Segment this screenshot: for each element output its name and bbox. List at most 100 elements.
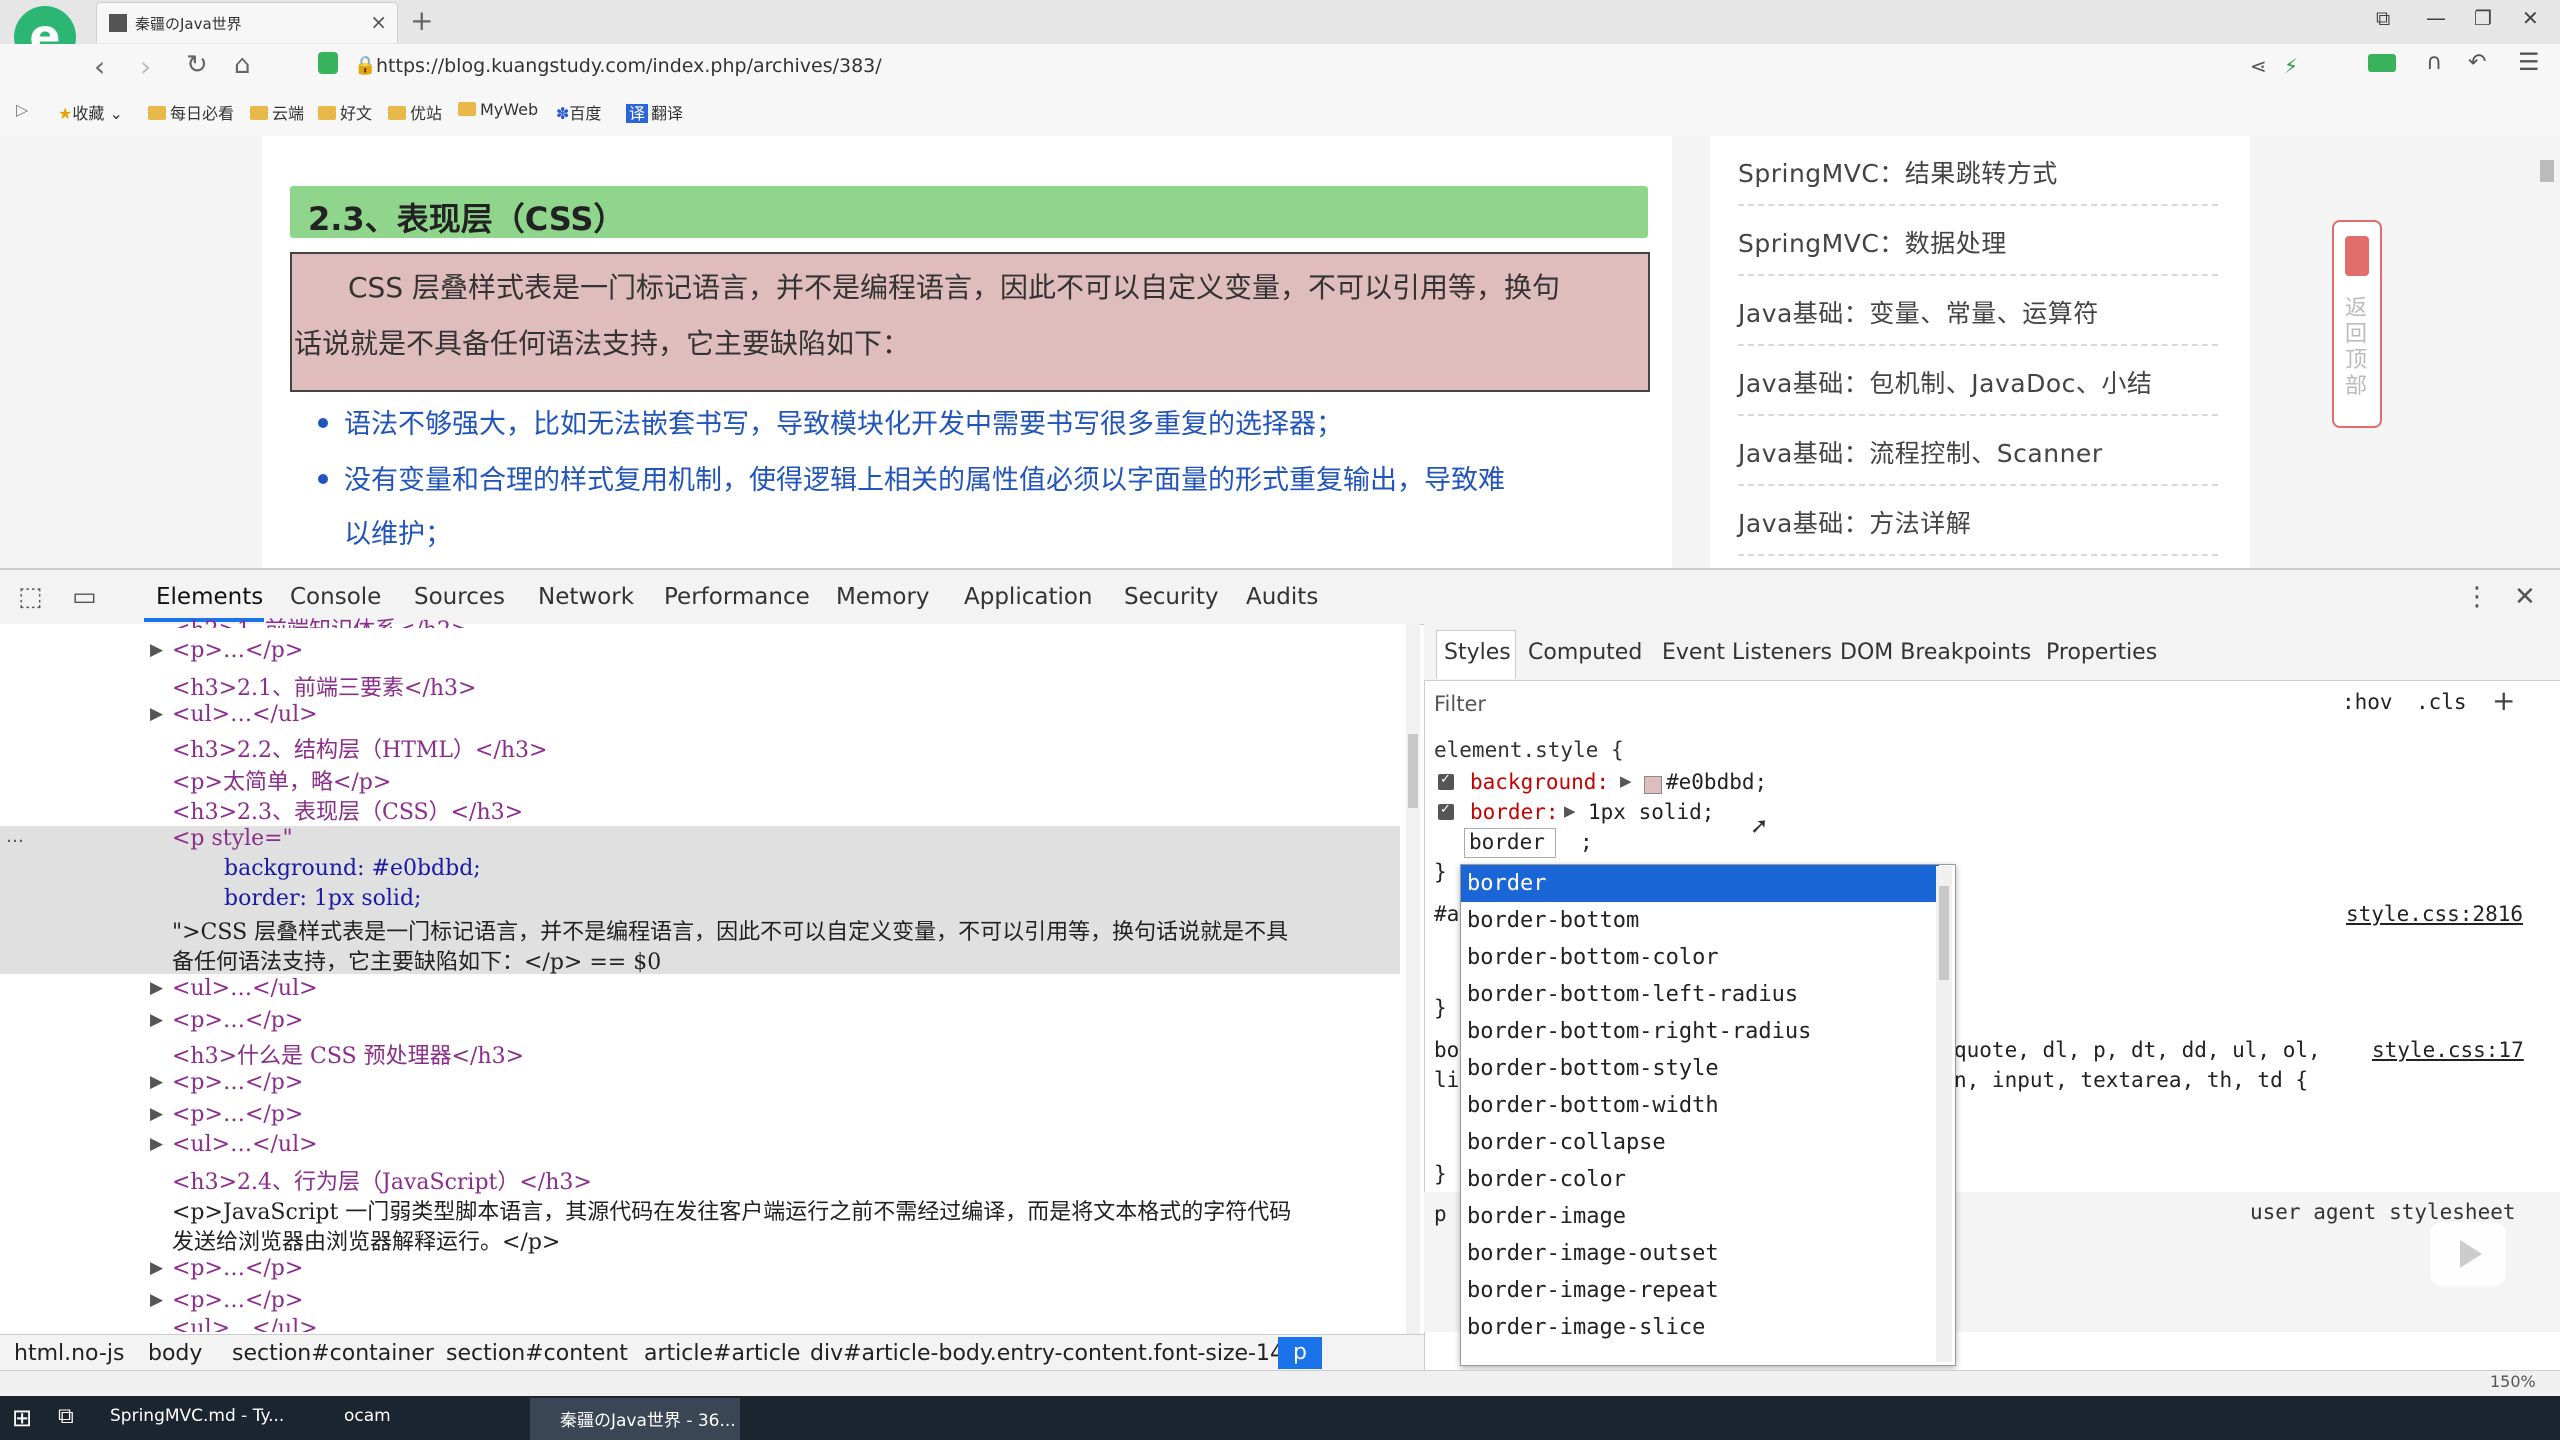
devtools-menu-icon[interactable]: ⋮ (2464, 582, 2490, 612)
forward-icon[interactable]: › (140, 50, 151, 83)
tab-audits[interactable]: Audits (1246, 584, 1318, 610)
class-toggle[interactable]: .cls (2416, 690, 2467, 714)
dom-node[interactable]: <p>…</p> (172, 638, 303, 663)
dom-node[interactable]: <ul>…</ul> (172, 976, 318, 1001)
minimize-icon[interactable]: — (2426, 6, 2446, 30)
video-play-icon[interactable] (2430, 1222, 2506, 1286)
expand-arrow-icon[interactable]: ▶ (150, 978, 163, 998)
headphone-icon[interactable]: ∩ (2426, 50, 2442, 75)
bookmarks-toggle-icon[interactable]: ▷ (16, 100, 28, 119)
breadcrumb-item[interactable]: html.no-js (14, 1341, 124, 1366)
node-options-icon[interactable]: … (6, 826, 24, 847)
expand-arrow-icon[interactable]: ▶ (1620, 772, 1632, 790)
tab-close-icon[interactable]: × (370, 10, 387, 34)
page-scrollbar[interactable] (2540, 160, 2554, 182)
expand-arrow-icon[interactable]: ▶ (150, 1104, 163, 1124)
tab-security[interactable]: Security (1124, 584, 1218, 610)
autocomplete-option[interactable]: border-bottom-color (1461, 939, 1939, 976)
autocomplete-option[interactable]: border-image (1461, 1198, 1939, 1235)
expand-arrow-icon[interactable]: ▶ (150, 704, 163, 724)
maximize-icon[interactable]: ❐ (2474, 6, 2492, 30)
autocomplete-scrollbar[interactable] (1936, 866, 1952, 1362)
reload-icon[interactable]: ↻ (186, 50, 208, 80)
subtab-event-listeners[interactable]: Event Listeners (1662, 640, 1832, 665)
dom-node[interactable]: <p>太简单，略</p> (172, 764, 391, 796)
sidebar-link[interactable]: Java基础：流程控制、Scanner (1738, 434, 2103, 470)
devtools-close-icon[interactable]: ✕ (2514, 582, 2536, 612)
autocomplete-option[interactable]: border-image-repeat (1461, 1272, 1939, 1309)
subtab-dom-breakpoints[interactable]: DOM Breakpoints (1840, 640, 2031, 665)
bookmark-folder-myweb[interactable]: MyWeb (458, 100, 538, 119)
autocomplete-option[interactable]: border-bottom-right-radius (1461, 1013, 1939, 1050)
expand-arrow-icon[interactable]: ▶ (1564, 802, 1576, 820)
taskbar-item-browser[interactable]: 秦疆のJava世界 - 36... (560, 1406, 736, 1431)
device-toolbar-icon[interactable]: ▭ (72, 582, 97, 612)
address-bar[interactable]: 🔒 https://blog.kuangstudy.com/index.php/… (310, 50, 2210, 82)
tab-memory[interactable]: Memory (836, 584, 930, 610)
breadcrumb-item[interactable]: div#article-body.entry-content.font-size… (810, 1341, 1284, 1366)
tab-sources[interactable]: Sources (414, 584, 505, 610)
breadcrumb-item[interactable]: article#article (644, 1341, 800, 1366)
back-icon[interactable]: ‹ (94, 50, 105, 83)
bookmark-folder-daily[interactable]: 每日必看 (148, 100, 234, 124)
dom-node[interactable]: <h3>2.1、前端三要素</h3> (172, 670, 476, 702)
autocomplete-option[interactable]: border-bottom (1461, 902, 1939, 939)
browser-tab[interactable]: 秦疆のJava世界 × (96, 2, 398, 43)
home-icon[interactable]: ⌂ (234, 50, 251, 80)
bookmark-favorites[interactable]: ★收藏 ⌄ (58, 100, 123, 124)
inspect-element-icon[interactable]: ⬚ (18, 582, 43, 612)
sidebar-link[interactable]: Java基础：包机制、JavaDoc、小结 (1738, 364, 2152, 400)
tab-performance[interactable]: Performance (664, 584, 810, 610)
tab-console[interactable]: Console (290, 584, 381, 610)
stylesheet-link[interactable]: style.css:17 (2372, 1038, 2524, 1062)
autocomplete-option[interactable]: border-collapse (1461, 1124, 1939, 1161)
expand-arrow-icon[interactable]: ▶ (150, 1010, 163, 1030)
dom-node[interactable]: <h3>什么是 CSS 预处理器</h3> (172, 1038, 524, 1070)
dom-node[interactable]: <ul>…</ul> (172, 1132, 318, 1157)
breadcrumb-item-active[interactable]: p (1278, 1337, 1322, 1369)
breadcrumb-item[interactable]: section#content (446, 1341, 628, 1366)
breadcrumb-item[interactable]: body (148, 1341, 202, 1366)
autocomplete-option[interactable]: border-color (1461, 1161, 1939, 1198)
bookmark-folder-sites[interactable]: 优站 (388, 100, 442, 124)
dom-node-selected[interactable]: <p style=" (172, 826, 293, 851)
share-icon[interactable]: ⋖ (2250, 54, 2267, 78)
back-to-top-button[interactable]: 返回顶部 (2332, 220, 2382, 428)
undo-icon[interactable]: ↶ (2468, 50, 2486, 75)
expand-arrow-icon[interactable]: ▶ (150, 1072, 163, 1092)
autocomplete-option[interactable]: border-image-outset (1461, 1235, 1939, 1272)
windows-start-icon[interactable]: ⊞ (12, 1404, 32, 1432)
property-name-editor[interactable]: border (1464, 828, 1556, 858)
dom-node[interactable]: <p>…</p> (172, 1008, 303, 1033)
dom-node[interactable]: <p>JavaScript 一门弱类型脚本语言，其源代码在发往客户端运行之前不需… (172, 1194, 1291, 1226)
autocomplete-option[interactable]: border-bottom-left-radius (1461, 976, 1939, 1013)
scrollbar-thumb[interactable] (1939, 886, 1949, 980)
autocomplete-option[interactable]: border-bottom-width (1461, 1087, 1939, 1124)
elements-scrollbar[interactable] (1406, 624, 1420, 1334)
dom-node[interactable]: <p>…</p> (172, 1070, 303, 1095)
expand-arrow-icon[interactable]: ▶ (150, 1258, 163, 1278)
dom-node[interactable]: <ul>…</ul> (172, 1316, 318, 1332)
dom-node[interactable]: <h2>1. 前端知识体系</h2> (172, 612, 469, 628)
battery-icon[interactable] (2368, 54, 2396, 72)
bookmark-baidu[interactable]: ✽百度 (556, 100, 601, 124)
sidebar-link[interactable]: SpringMVC：数据处理 (1738, 224, 2007, 260)
sidebar-link[interactable]: Java基础：变量、常量、运算符 (1738, 294, 2099, 330)
taskbar-item-typora[interactable]: SpringMVC.md - Ty... (110, 1406, 284, 1426)
subtab-styles[interactable]: Styles (1444, 640, 1511, 665)
subtab-computed[interactable]: Computed (1528, 640, 1642, 665)
bookmark-translate[interactable]: 译翻译 (626, 100, 683, 124)
hover-state-toggle[interactable]: :hov (2342, 690, 2393, 714)
dom-node[interactable]: <h3>2.4、行为层（JavaScript）</h3> (172, 1164, 592, 1196)
expand-arrow-icon[interactable]: ▶ (150, 1290, 163, 1310)
property-name-border[interactable]: border: (1470, 800, 1559, 824)
breadcrumb-item[interactable]: section#container (232, 1341, 434, 1366)
expand-arrow-icon[interactable]: ▶ (150, 640, 163, 660)
autocomplete-option[interactable]: border-bottom-style (1461, 1050, 1939, 1087)
new-style-rule-icon[interactable]: + (2492, 684, 2515, 717)
tab-network[interactable]: Network (538, 584, 634, 610)
tab-elements[interactable]: Elements (156, 584, 263, 610)
dom-node[interactable]: <p>…</p> (172, 1256, 303, 1281)
autocomplete-option-selected[interactable]: border (1461, 865, 1939, 902)
property-name-background[interactable]: background: (1470, 770, 1609, 794)
